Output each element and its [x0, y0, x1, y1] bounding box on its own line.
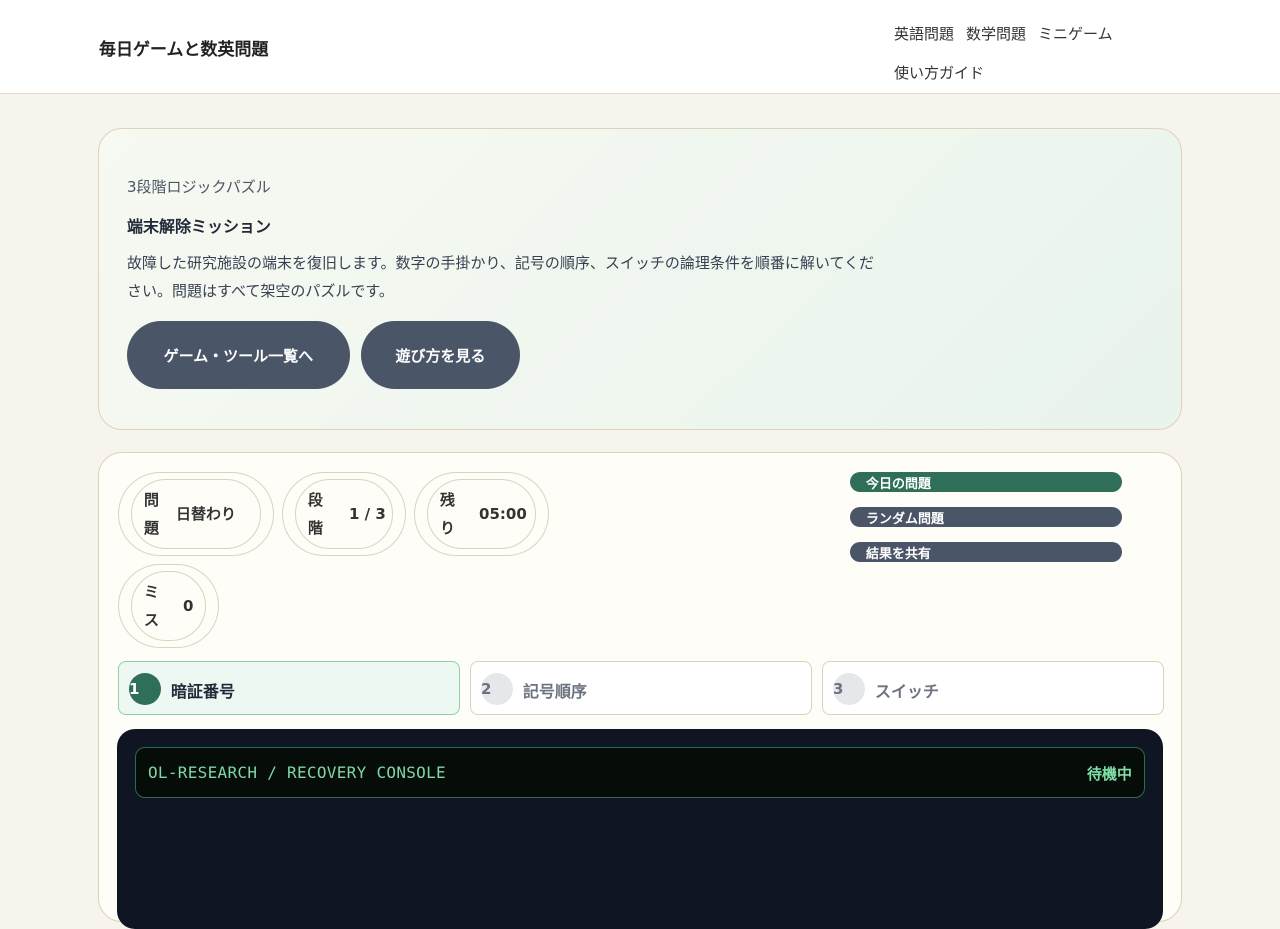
timer-value: 05:00 — [479, 505, 527, 523]
stat-problem-value: 日替わり — [176, 505, 237, 523]
stat-miss: ミス 0 — [118, 564, 219, 648]
intro-eyebrow: 3段階ロジックパズル — [127, 178, 271, 196]
console-header: OL-RESEARCH / RECOVERY CONSOLE 待機中 — [135, 747, 1145, 798]
tab-stage-2-number: 2 — [481, 673, 513, 705]
share-result-button[interactable]: 結果を共有 — [850, 542, 1122, 562]
stat-problem-label: 問題 — [144, 491, 160, 537]
tab-stage-3[interactable]: 3 スイッチ — [822, 661, 1164, 715]
intro-card: 3段階ロジックパズル 端末解除ミッション 故障した研究施設の端末を復旧します。数… — [98, 128, 1182, 430]
tab-stage-2[interactable]: 2 記号順序 — [470, 661, 812, 715]
console-status: 待機中 — [1086, 765, 1132, 783]
stat-remaining-label: 残り — [440, 491, 456, 537]
stat-stage: 段階 1 / 3 — [282, 472, 406, 556]
stat-stage-value: 1 / 3 — [349, 505, 386, 523]
stat-problem: 問題 日替わり — [118, 472, 274, 556]
main-nav: 英語問題 数学問題 ミニゲーム 使い方ガイド — [894, 14, 1134, 92]
intro-description: 故障した研究施設の端末を復旧します。数字の手掛かり、記号の順序、スイッチの論理条… — [127, 254, 875, 300]
intro-title: 端末解除ミッション — [127, 217, 272, 236]
game-list-button[interactable]: ゲーム・ツール一覧へ — [127, 321, 350, 389]
how-to-play-button[interactable]: 遊び方を見る — [361, 321, 520, 389]
nav-link-math[interactable]: 数学問題 — [966, 23, 1026, 44]
today-problem-button[interactable]: 今日の問題 — [850, 472, 1122, 492]
miss-count-value: 0 — [183, 597, 194, 615]
tab-stage-2-label: 記号順序 — [523, 682, 588, 701]
stat-remaining: 残り 05:00 — [414, 472, 549, 556]
tab-stage-3-number: 3 — [833, 673, 865, 705]
random-problem-button[interactable]: ランダム問題 — [850, 507, 1122, 527]
tab-stage-1-label: 暗証番号 — [171, 682, 236, 701]
tab-stage-1[interactable]: 1 暗証番号 — [118, 661, 460, 715]
tab-stage-3-label: スイッチ — [875, 682, 940, 701]
recovery-terminal: OL-RESEARCH / RECOVERY CONSOLE 待機中 — [117, 729, 1163, 929]
site-header: 毎日ゲームと数英問題 英語問題 数学問題 ミニゲーム 使い方ガイド — [0, 0, 1280, 94]
console-title: OL-RESEARCH / RECOVERY CONSOLE — [148, 763, 446, 782]
stat-stage-label: 段階 — [308, 491, 324, 537]
nav-link-guide[interactable]: 使い方ガイド — [894, 62, 984, 83]
site-brand[interactable]: 毎日ゲームと数英問題 — [99, 35, 269, 60]
tab-stage-1-number: 1 — [129, 673, 161, 705]
stat-miss-label: ミス — [144, 583, 160, 629]
nav-link-english[interactable]: 英語問題 — [894, 23, 954, 44]
nav-link-minigame[interactable]: ミニゲーム — [1038, 23, 1113, 44]
game-card: 問題 日替わり 段階 1 / 3 残り 05:00 ミス 0 今日の問題 ランダ… — [98, 452, 1182, 929]
